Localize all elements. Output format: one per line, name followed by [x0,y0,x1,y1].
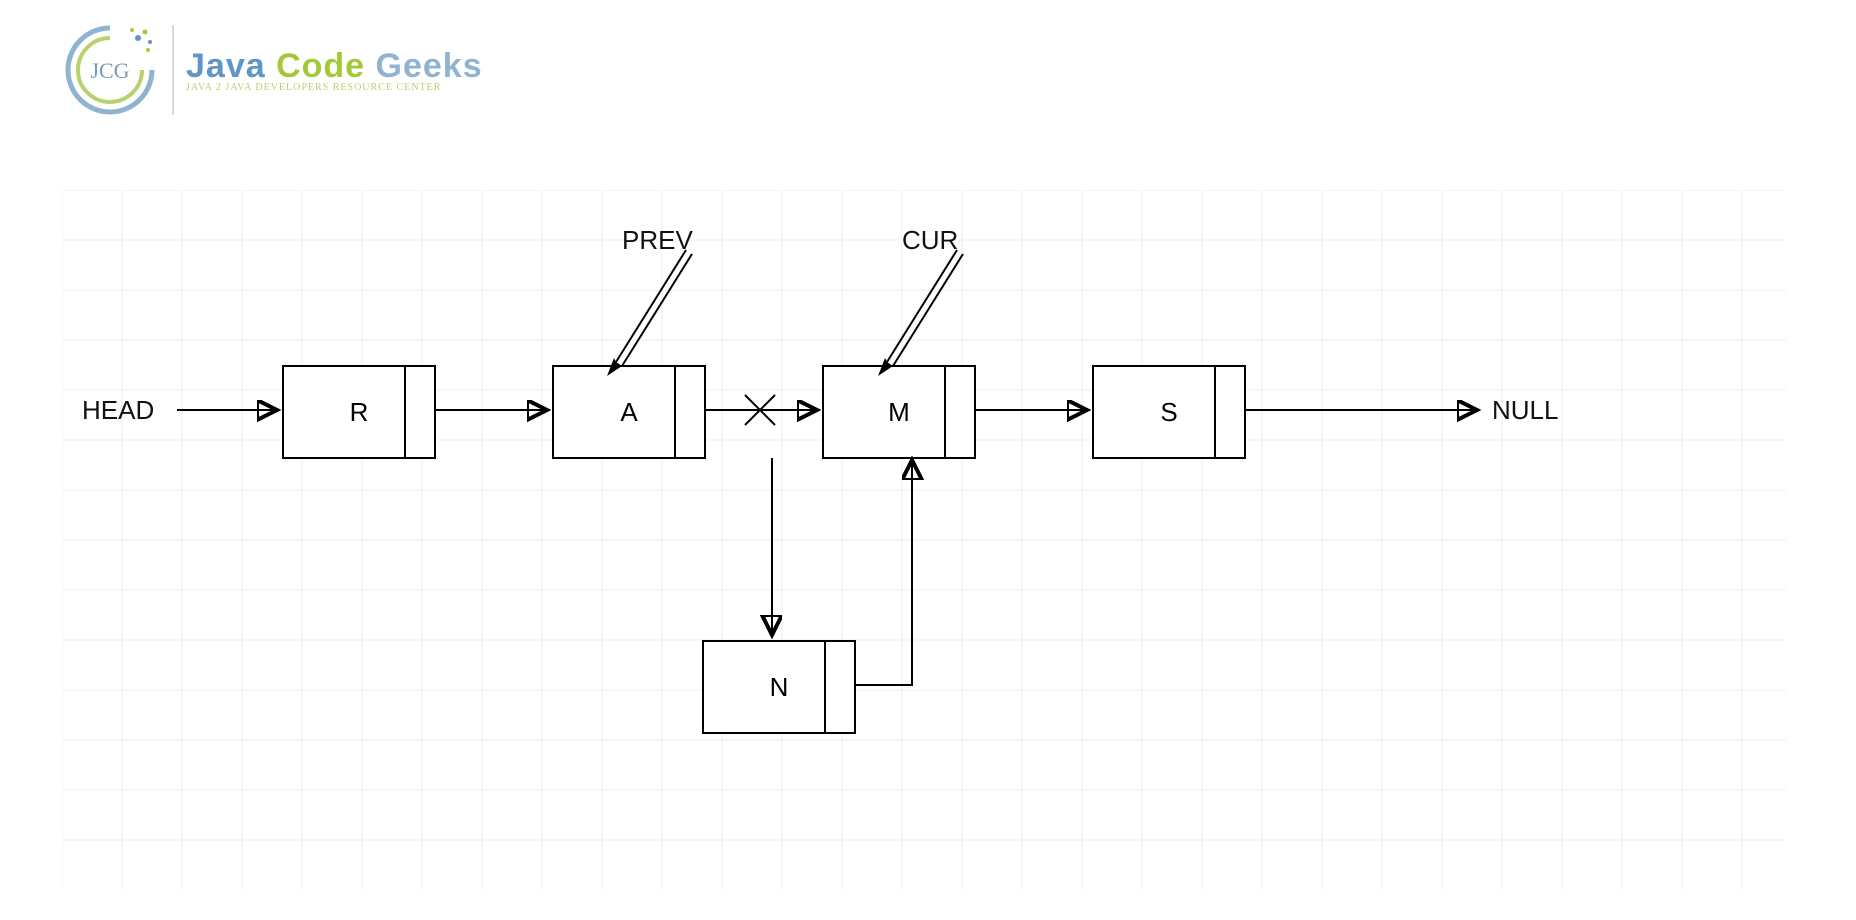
logo-badge-icon: JCG [60,20,160,120]
logo-subtitle: JAVA 2 JAVA DEVELOPERS RESOURCE CENTER [186,82,483,93]
site-logo: JCG Java Code Geeks JAVA 2 JAVA DEVELOPE… [60,20,483,120]
logo-divider [172,25,174,115]
logo-title: Java Code Geeks [186,47,483,86]
prev-pointer-icon [607,250,692,376]
logo-word-java: Java [186,47,266,85]
logo-monogram: JCG [90,58,129,83]
arrow-n-to-m [854,460,912,685]
logo-word-code: Code [276,47,365,85]
logo-word-geeks: Geeks [376,47,483,85]
linked-list-diagram: HEAD NULL PREV CUR R A M S N [62,190,1786,890]
cur-pointer-icon [878,250,963,376]
diagram-edges [62,190,1786,890]
logo-text: Java Code Geeks JAVA 2 JAVA DEVELOPERS R… [186,47,483,93]
